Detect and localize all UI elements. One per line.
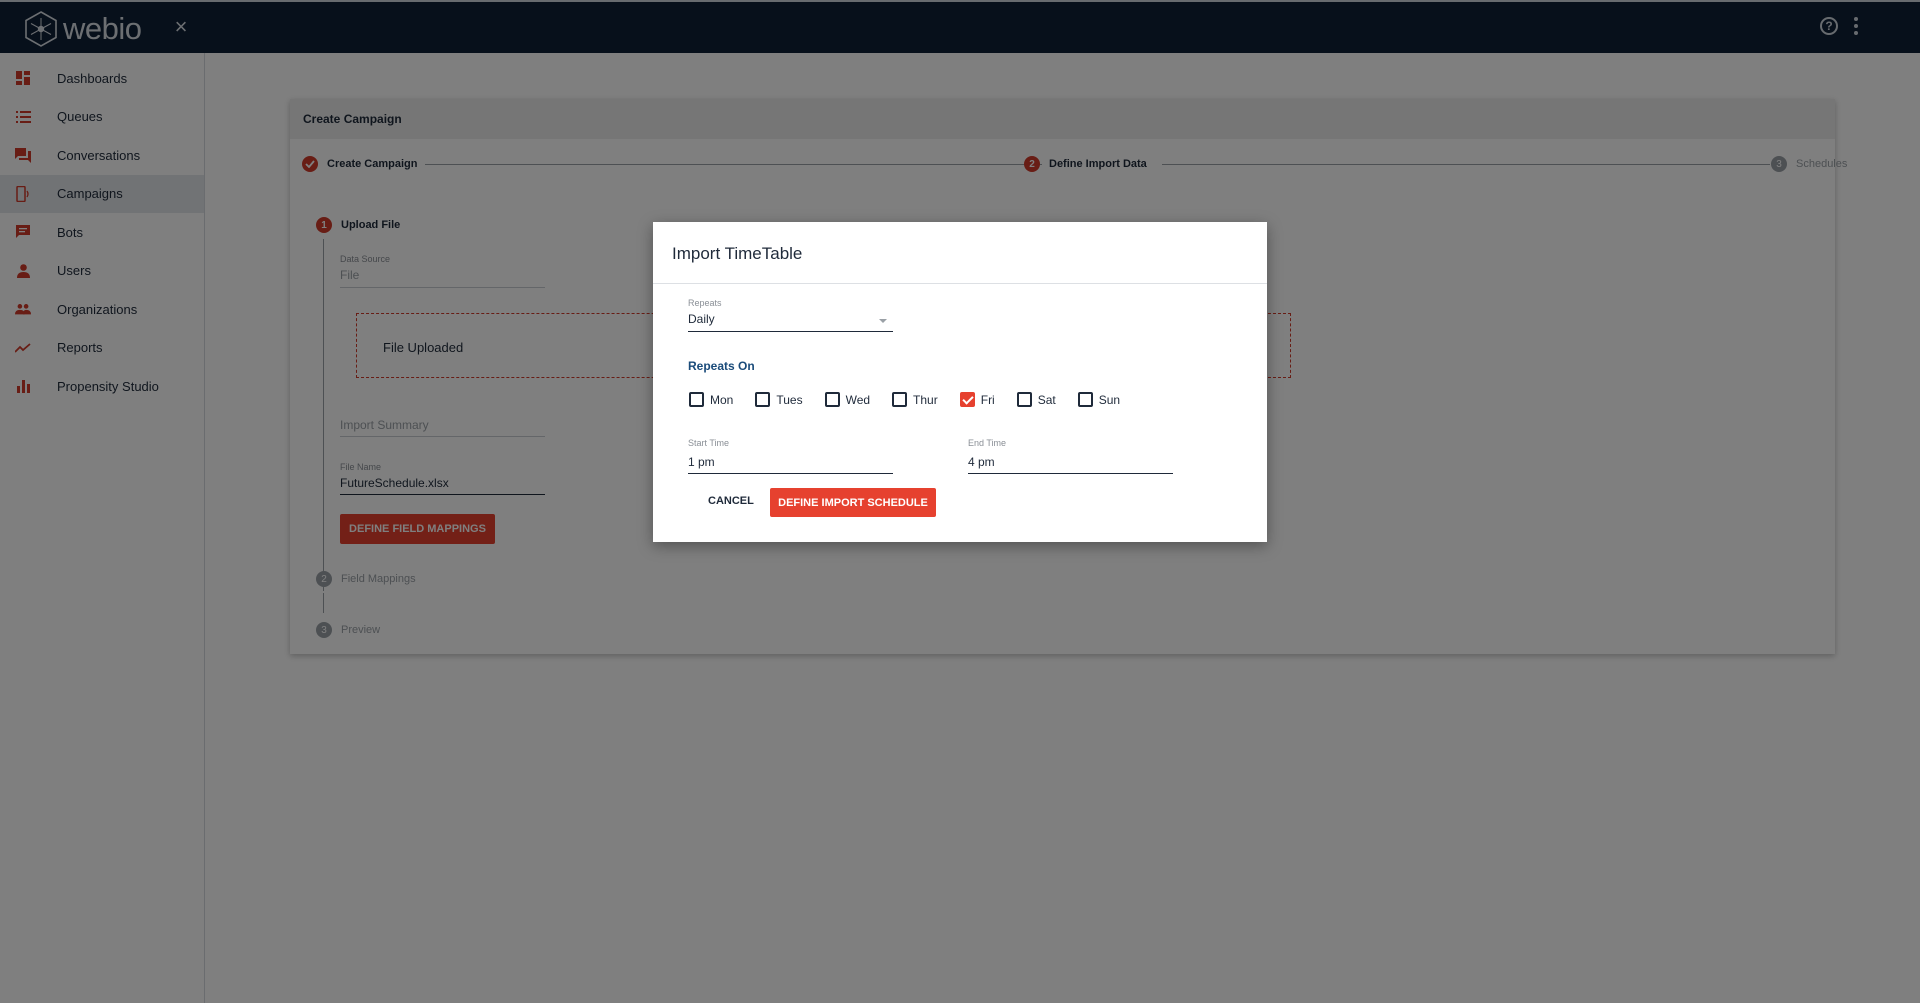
field-underline <box>688 473 893 474</box>
day-checkbox-wed[interactable]: Wed <box>824 392 871 407</box>
end-time-field[interactable]: 4 pm <box>968 455 995 469</box>
day-label: Thur <box>913 392 938 407</box>
day-label: Sat <box>1037 392 1056 407</box>
checkbox[interactable] <box>755 392 771 407</box>
cancel-button[interactable]: CANCEL <box>708 495 754 507</box>
field-underline <box>688 331 893 332</box>
end-time-label: End Time <box>968 438 1007 448</box>
import-timetable-dialog: Import TimeTable Repeats Daily Repeats O… <box>653 222 1267 542</box>
day-label: Mon <box>710 392 734 407</box>
checkbox[interactable] <box>824 392 840 407</box>
checkbox-checked[interactable] <box>959 392 975 407</box>
day-checkbox-sun[interactable]: Sun <box>1077 392 1121 407</box>
field-underline <box>968 473 1173 474</box>
day-checkbox-sat[interactable]: Sat <box>1016 392 1056 407</box>
chevron-down-icon[interactable] <box>879 319 887 323</box>
dialog-divider <box>653 283 1267 284</box>
repeats-on-title: Repeats On <box>688 359 755 373</box>
checkbox[interactable] <box>1016 392 1032 407</box>
day-label: Tues <box>776 392 803 407</box>
define-import-schedule-button[interactable]: DEFINE IMPORT SCHEDULE <box>770 488 936 517</box>
dialog-title: Import TimeTable <box>672 244 803 263</box>
start-time-field[interactable]: 1 pm <box>688 455 715 469</box>
start-time-label: Start Time <box>688 438 730 448</box>
weekday-checkbox-group: Mon Tues Wed Thur Fri Sat Sun <box>689 392 1142 407</box>
day-label: Sun <box>1098 392 1121 407</box>
day-checkbox-thur[interactable]: Thur <box>892 392 938 407</box>
day-checkbox-tues[interactable]: Tues <box>755 392 803 407</box>
checkbox[interactable] <box>1077 392 1093 407</box>
day-label: Fri <box>980 392 995 407</box>
checkbox[interactable] <box>689 392 704 407</box>
repeats-label: Repeats <box>688 298 722 308</box>
checkbox[interactable] <box>892 392 908 407</box>
repeats-select[interactable]: Daily <box>688 312 715 326</box>
day-label: Wed <box>845 392 871 407</box>
day-checkbox-fri[interactable]: Fri <box>959 392 995 407</box>
day-checkbox-mon[interactable]: Mon <box>689 392 733 407</box>
